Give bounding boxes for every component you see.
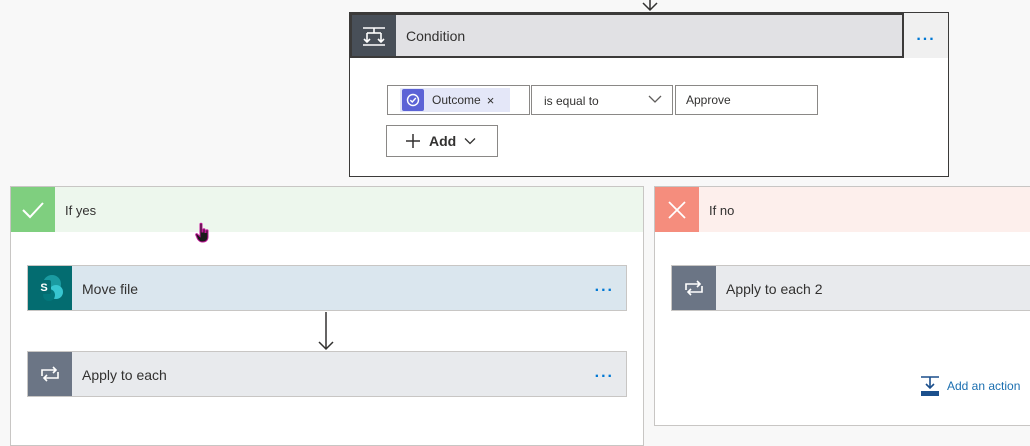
sharepoint-icon: S: [28, 266, 72, 310]
condition-title: Condition: [406, 28, 466, 44]
operator-label: is equal to: [544, 94, 599, 108]
apply-to-each-title: Apply to each: [82, 367, 167, 383]
outcome-token[interactable]: Outcome ×: [400, 88, 510, 112]
approval-icon: [402, 89, 424, 111]
apply-to-each-card[interactable]: Apply to each ...: [27, 351, 627, 397]
move-file-title: Move file: [82, 281, 139, 297]
hand-cursor-icon: [195, 222, 209, 243]
add-button[interactable]: Add: [386, 125, 498, 157]
loop-icon: [672, 266, 716, 310]
if-yes-label: If yes: [65, 203, 97, 218]
condition-card: Condition ... Outcome × is equal to Add: [349, 12, 949, 177]
if-no-label: If no: [709, 203, 735, 218]
condition-value-input[interactable]: [675, 85, 818, 115]
add-label: Add: [429, 133, 457, 149]
chevron-down-icon: [648, 95, 662, 103]
add-an-action-label: Add an action: [947, 379, 1021, 393]
outcome-token-label: Outcome: [432, 93, 481, 107]
if-yes-header[interactable]: If yes: [11, 187, 643, 232]
condition-icon: [352, 15, 396, 56]
apply-to-each-more-button[interactable]: ...: [595, 364, 614, 382]
move-file-more-button[interactable]: ...: [595, 278, 614, 296]
more-icon: ...: [916, 26, 936, 44]
plus-icon: [406, 134, 420, 148]
apply-to-each-2-card[interactable]: Apply to each 2: [671, 265, 1030, 311]
condition-header[interactable]: Condition: [350, 13, 904, 58]
close-icon: [655, 187, 699, 232]
token-remove-icon[interactable]: ×: [487, 93, 495, 108]
condition-more-button[interactable]: ...: [904, 13, 948, 58]
flow-arrow-yes: [318, 312, 334, 351]
svg-text:S: S: [40, 282, 47, 294]
operator-select[interactable]: is equal to: [531, 85, 673, 115]
if-no-header[interactable]: If no: [655, 187, 1030, 232]
condition-left-operand[interactable]: Outcome ×: [387, 85, 530, 115]
chevron-down-icon: [464, 137, 476, 145]
apply-to-each-2-title: Apply to each 2: [726, 281, 823, 297]
move-file-card[interactable]: S Move file ...: [27, 265, 627, 311]
check-icon: [11, 187, 55, 232]
add-an-action-link[interactable]: Add an action: [919, 375, 1020, 397]
add-action-icon: [921, 376, 939, 396]
loop-icon: [28, 352, 72, 396]
flow-arrow-top: [642, 0, 658, 12]
